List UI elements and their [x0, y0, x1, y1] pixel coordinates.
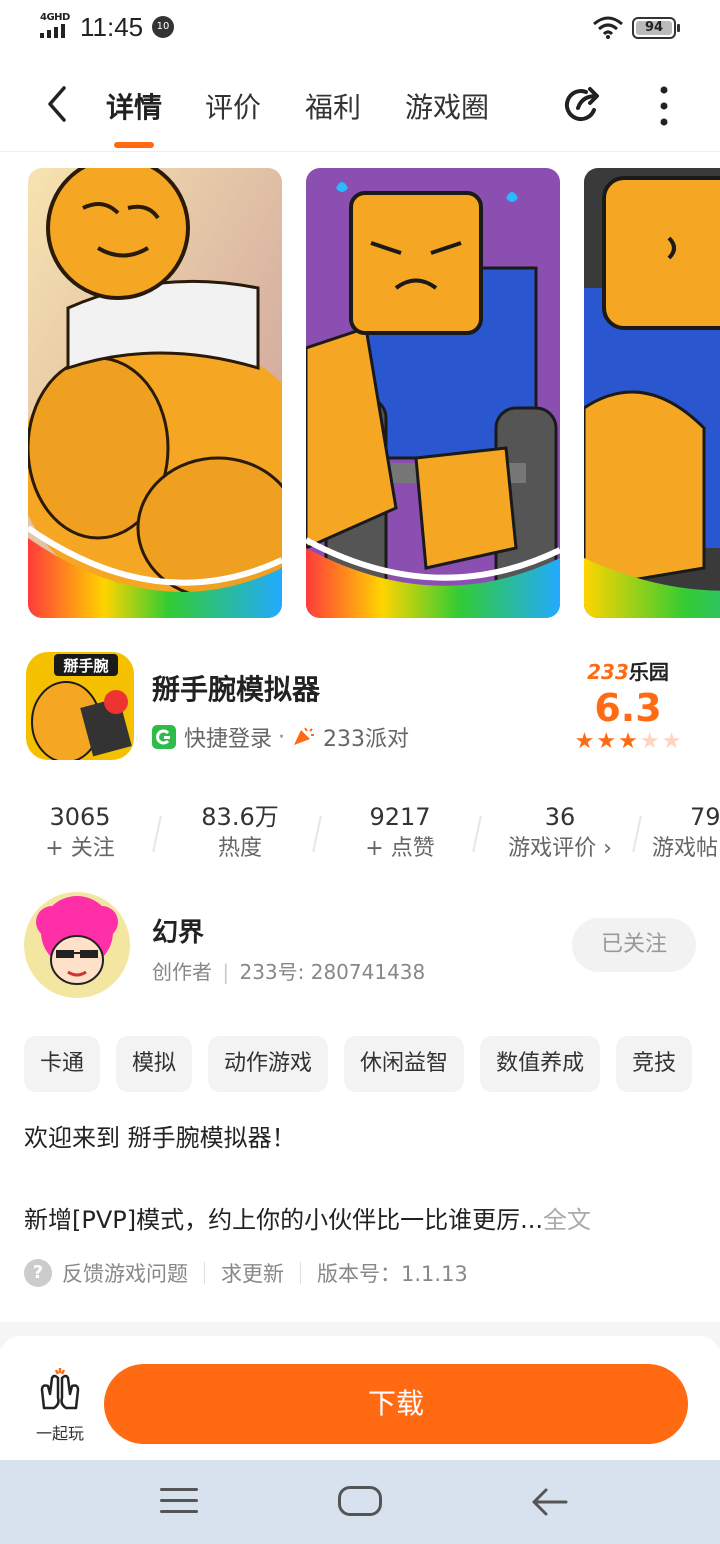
- stat-label: + 点赞: [365, 836, 435, 861]
- battery-level: 94: [644, 20, 664, 35]
- rating-brand: 233乐园: [587, 660, 669, 684]
- rating-box[interactable]: 233乐园 6.3 ★ ★ ★ ★ ★: [560, 656, 696, 760]
- description-ellipsis: ...: [520, 1206, 543, 1234]
- stat-label: 热度: [217, 836, 262, 861]
- share-icon[interactable]: [562, 84, 606, 128]
- clock: 11:45: [80, 12, 144, 42]
- tag-chip[interactable]: 卡通: [24, 1036, 101, 1092]
- wifi-icon: [593, 16, 623, 39]
- stat-reviews[interactable]: 36 游戏评价 ›: [480, 800, 640, 864]
- battery-icon: 94: [632, 17, 680, 39]
- stat-value: 79: [690, 803, 720, 831]
- description-text: 新增[PVP]模式，约上你的小伙伴比一比谁更厉: [24, 1206, 521, 1234]
- tab-benefits[interactable]: 福利: [305, 86, 361, 126]
- status-bar: 4GHD 11:45 10 94: [0, 0, 720, 58]
- follow-button[interactable]: 已关注: [572, 918, 696, 972]
- creator-role: 创作者: [152, 960, 212, 984]
- stat-label: 游戏评价 ›: [508, 836, 612, 861]
- stat-likes[interactable]: 9217 + 点赞: [320, 800, 480, 864]
- feedback-link[interactable]: 反馈游戏问题: [62, 1258, 188, 1288]
- home-icon[interactable]: [338, 1486, 382, 1516]
- stats-row: 3065 + 关注 83.6万 热度 9217 + 点赞 36 游戏评价 › 7…: [0, 800, 720, 870]
- help-icon: ?: [24, 1259, 52, 1287]
- stat-heat: 83.6万 热度: [160, 800, 320, 864]
- read-more-link[interactable]: 全文: [543, 1206, 591, 1234]
- stat-label: + 关注: [45, 836, 115, 861]
- description-line-1: 欢迎来到 掰手腕模拟器！: [24, 1124, 296, 1152]
- stat-value: 3065: [49, 803, 111, 831]
- high-five-icon: [40, 1368, 80, 1410]
- login-row: 快捷登录 · 233派对: [152, 720, 409, 754]
- bottom-action-bar: 一起玩 下载: [0, 1348, 720, 1460]
- creator-avatar[interactable]: [24, 892, 130, 998]
- link-divider: [300, 1262, 301, 1284]
- play-together-label: 一起玩: [35, 1424, 84, 1443]
- quick-login-icon: [152, 725, 176, 749]
- screenshot-3[interactable]: [584, 168, 720, 618]
- tag-list: 卡通 模拟 动作游戏 休闲益智 数值养成 竞技: [24, 1036, 696, 1092]
- creator-meta: 创作者 | 233号: 280741438: [152, 960, 426, 984]
- creator-id: 233号: 280741438: [239, 960, 426, 984]
- stat-value: 83.6万: [201, 803, 279, 831]
- download-button[interactable]: 下载: [104, 1364, 688, 1444]
- back-arrow-icon[interactable]: [38, 84, 78, 124]
- screenshot-2[interactable]: [306, 168, 560, 618]
- screenshot-carousel[interactable]: [28, 168, 720, 620]
- system-nav-bar: [0, 1460, 720, 1544]
- screenshot-1[interactable]: [28, 168, 282, 618]
- tab-reviews[interactable]: 评价: [205, 86, 261, 126]
- top-nav: 详情 评价 福利 游戏圈: [0, 70, 720, 150]
- star-icon: ★: [596, 729, 617, 754]
- tag-chip[interactable]: 模拟: [116, 1036, 193, 1092]
- description-line-2: 新增[PVP]模式，约上你的小伙伴比一比谁更厉...全文: [24, 1200, 696, 1235]
- tag-chip[interactable]: 动作游戏: [208, 1036, 329, 1092]
- star-icon: ★: [639, 729, 660, 754]
- creator-name[interactable]: 幻界: [152, 912, 204, 949]
- nav-divider: [0, 151, 720, 152]
- app-icon-text: 掰手腕: [63, 657, 108, 675]
- signal-icon: 4GHD: [40, 12, 72, 40]
- star-icon: ★: [574, 729, 595, 754]
- app-name: 掰手腕模拟器: [152, 673, 321, 706]
- version-text: 版本号：1.1.13: [317, 1262, 468, 1286]
- tab-game-circle[interactable]: 游戏圈: [405, 86, 489, 126]
- quick-login-label: 快捷登录: [184, 727, 273, 752]
- network-type: 4GHD: [40, 12, 70, 23]
- notification-badge: 10: [152, 16, 174, 38]
- tag-chip[interactable]: 休闲益智: [344, 1036, 465, 1092]
- stat-label: 游戏帖: [652, 836, 719, 861]
- separator-dot: ·: [278, 724, 286, 750]
- star-icon: ★: [618, 729, 638, 754]
- stat-value: 36: [544, 803, 576, 831]
- party-icon: [294, 727, 315, 745]
- active-tab-indicator: [114, 142, 154, 148]
- stat-posts[interactable]: 79 游戏帖: [640, 800, 720, 864]
- more-vertical-icon[interactable]: [650, 84, 678, 128]
- system-back-icon[interactable]: [530, 1484, 570, 1520]
- tab-details[interactable]: 详情: [106, 86, 162, 126]
- tag-chip[interactable]: 竞技: [616, 1036, 693, 1092]
- footer-links: ? 反馈游戏问题 求更新 版本号：1.1.13: [24, 1258, 468, 1288]
- rating-score: 6.3: [594, 686, 662, 730]
- star-icon: ★: [661, 729, 682, 754]
- link-divider: [204, 1262, 205, 1284]
- stat-follow[interactable]: 3065 + 关注: [0, 800, 160, 864]
- tag-chip[interactable]: 数值养成: [480, 1036, 601, 1092]
- app-icon[interactable]: 掰手腕: [26, 652, 134, 760]
- recent-apps-icon[interactable]: [160, 1488, 200, 1518]
- play-together-button[interactable]: 一起玩: [24, 1364, 96, 1444]
- rating-stars: ★ ★ ★ ★ ★: [560, 731, 696, 753]
- party-label: 233派对: [323, 727, 410, 752]
- request-update-link[interactable]: 求更新: [221, 1258, 284, 1288]
- stat-value: 9217: [369, 803, 431, 831]
